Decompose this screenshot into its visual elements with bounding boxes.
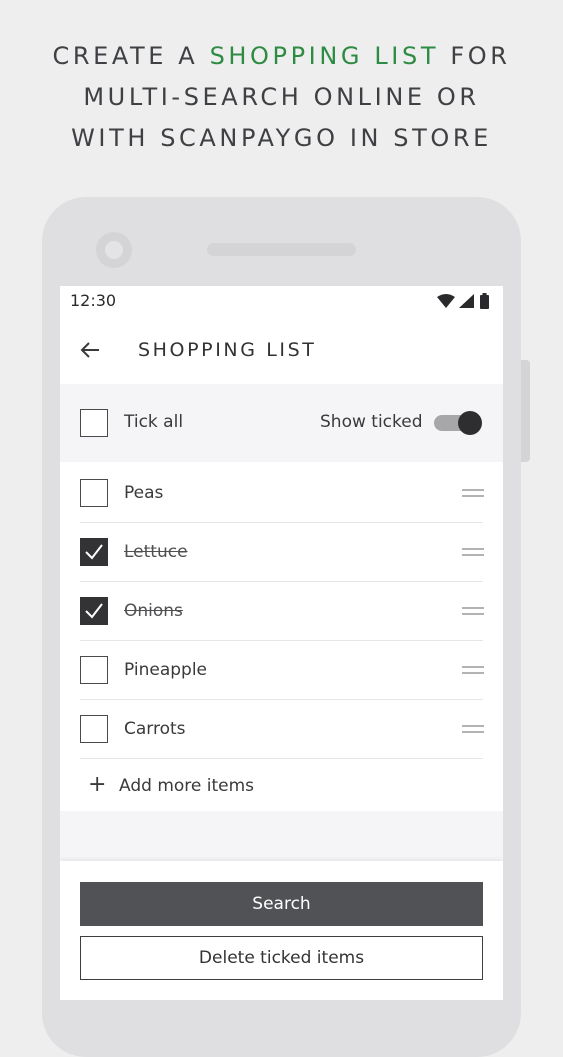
item-checkbox[interactable] [80, 597, 108, 625]
list-item: Lettuce [60, 523, 503, 582]
drag-handle-icon[interactable] [462, 666, 484, 676]
app-bar: SHOPPING LIST [60, 316, 503, 384]
phone-screen: 12:30 SHOPPING LIST Tick all Show ticked… [60, 286, 503, 1000]
checkmark-icon [85, 603, 103, 619]
headline-text: FOR [439, 42, 511, 70]
status-time: 12:30 [70, 291, 117, 310]
headline-line-3: WITH SCANPAYGO IN STORE [71, 124, 492, 152]
item-label: Carrots [124, 719, 186, 739]
item-checkbox[interactable] [80, 538, 108, 566]
tick-all-label: Tick all [124, 412, 184, 432]
headline-accent: SHOPPING LIST [209, 42, 440, 70]
arrow-left-icon[interactable] [78, 338, 102, 362]
delete-ticked-items-button[interactable]: Delete ticked items [80, 936, 483, 980]
item-checkbox[interactable] [80, 479, 108, 507]
item-checkbox[interactable] [80, 715, 108, 743]
phone-speaker [207, 243, 356, 256]
toggle-thumb [458, 411, 482, 435]
item-label: Lettuce [124, 542, 188, 562]
item-label: Onions [124, 601, 183, 621]
phone-side-button [521, 360, 530, 462]
search-button[interactable]: Search [80, 882, 483, 926]
drag-handle-icon[interactable] [462, 489, 484, 499]
drag-handle-icon[interactable] [462, 725, 484, 735]
list-item: Onions [60, 582, 503, 641]
tick-all-row: Tick all Show ticked [60, 384, 503, 462]
list-spacer [60, 811, 503, 861]
add-more-items-label: Add more items [119, 776, 255, 796]
list-item: Carrots [60, 700, 503, 759]
drag-handle-icon[interactable] [462, 607, 484, 617]
headline-line-2: MULTI-SEARCH ONLINE OR [83, 83, 480, 111]
item-checkbox[interactable] [80, 656, 108, 684]
action-footer: Search Delete ticked items [60, 861, 503, 1000]
wifi-icon [437, 294, 455, 308]
add-more-items-button[interactable]: + Add more items [60, 759, 503, 811]
list-item: Pineapple [60, 641, 503, 700]
battery-icon [480, 295, 489, 309]
promo-headline: CREATE A SHOPPING LIST FOR MULTI-SEARCH … [0, 36, 563, 159]
list-item: Peas [60, 464, 503, 523]
phone-camera [96, 232, 132, 268]
show-ticked-label: Show ticked [320, 412, 423, 432]
page-title: SHOPPING LIST [138, 339, 317, 361]
headline-line-1: CREATE A SHOPPING LIST FOR [0, 36, 563, 77]
signal-icon [459, 294, 474, 308]
status-icons [437, 293, 489, 309]
tick-all-checkbox[interactable] [80, 409, 108, 437]
plus-icon: + [88, 772, 107, 797]
item-label: Pineapple [124, 660, 208, 680]
drag-handle-icon[interactable] [462, 548, 484, 558]
item-label: Peas [124, 483, 164, 503]
show-ticked-toggle[interactable] [434, 411, 484, 435]
status-bar: 12:30 [60, 286, 503, 316]
headline-text: CREATE A [52, 42, 210, 70]
checkmark-icon [85, 544, 103, 560]
